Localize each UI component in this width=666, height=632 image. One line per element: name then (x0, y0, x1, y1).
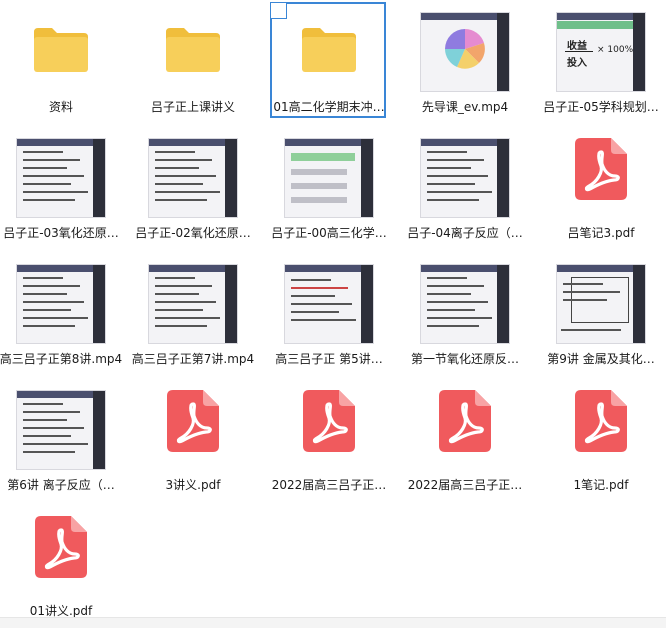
file-item[interactable]: 第9讲 金属及其化… (536, 252, 666, 380)
file-name: 吕子-04离子反应（… (407, 226, 523, 240)
file-item[interactable]: 吕子正-00高三化学… (264, 126, 394, 254)
file-item[interactable]: 高三吕子正第7讲.mp4 (128, 252, 258, 380)
file-name: 吕子正上课讲义 (150, 100, 235, 114)
formula-numerator: 收益 (567, 41, 587, 52)
file-name: 高三吕子正第8讲.mp4 (0, 352, 123, 366)
pdf-icon (575, 390, 627, 452)
video-thumbnail (556, 264, 646, 344)
file-name: 第一节氧化还原反… (410, 352, 519, 366)
video-thumbnail (16, 138, 106, 218)
video-thumbnail (420, 138, 510, 218)
file-name: 第6讲 离子反应（… (7, 478, 115, 492)
video-thumbnail (148, 138, 238, 218)
formula-denominator: 投入 (567, 58, 587, 69)
selection-checkbox[interactable] (270, 2, 287, 19)
video-thumbnail: 收益 投入 × 100% (556, 12, 646, 92)
file-item[interactable]: 吕子正-03氧化还原… (0, 126, 126, 254)
file-name: 吕子正-00高三化学… (271, 226, 387, 240)
video-thumbnail (284, 264, 374, 344)
pdf-icon (167, 390, 219, 452)
file-name: 吕子正-05学科规划… (543, 100, 659, 114)
file-item[interactable]: 高三吕子正 第5讲… (264, 252, 394, 380)
pdf-icon (303, 390, 355, 452)
file-item[interactable]: 资料 (0, 0, 126, 128)
pdf-icon (439, 390, 491, 452)
file-name: 2022届高三吕子正… (407, 478, 523, 492)
file-item[interactable]: 01高二化学期末冲… (264, 0, 394, 128)
file-item[interactable]: 第6讲 离子反应（… (0, 378, 126, 506)
video-thumbnail (16, 264, 106, 344)
formula-suffix: × 100% (597, 45, 634, 55)
file-name: 第9讲 金属及其化… (547, 352, 655, 366)
pdf-icon (575, 138, 627, 200)
file-name: 吕子正-02氧化还原… (135, 226, 251, 240)
file-name: 资料 (48, 100, 73, 114)
folder-icon (34, 28, 88, 72)
file-item[interactable]: 吕子正-02氧化还原… (128, 126, 258, 254)
file-item[interactable]: 先导课_ev.mp4 (400, 0, 530, 128)
file-name: 高三吕子正第7讲.mp4 (131, 352, 255, 366)
file-name: 1笔记.pdf (573, 478, 629, 492)
file-item[interactable]: 吕笔记3.pdf (536, 126, 666, 254)
video-thumbnail (420, 12, 510, 92)
video-thumbnail (420, 264, 510, 344)
folder-icon (166, 28, 220, 72)
video-thumbnail (284, 138, 374, 218)
video-thumbnail (148, 264, 238, 344)
file-item[interactable]: 2022届高三吕子正… (400, 378, 530, 506)
file-item[interactable]: 第一节氧化还原反… (400, 252, 530, 380)
file-item[interactable]: 吕子-04离子反应（… (400, 126, 530, 254)
file-item[interactable]: 1笔记.pdf (536, 378, 666, 506)
file-name: 吕子正-03氧化还原… (3, 226, 119, 240)
file-item[interactable]: 3讲义.pdf (128, 378, 258, 506)
file-item[interactable]: 收益 投入 × 100% 吕子正-05学科规划… (536, 0, 666, 128)
folder-icon (302, 28, 356, 72)
file-name: 3讲义.pdf (165, 478, 221, 492)
file-name: 吕笔记3.pdf (567, 226, 635, 240)
video-thumbnail (16, 390, 106, 470)
file-name: 高三吕子正 第5讲… (275, 352, 383, 366)
status-strip (0, 617, 666, 628)
file-item[interactable]: 01讲义.pdf (0, 504, 126, 632)
file-item[interactable]: 2022届高三吕子正… (264, 378, 394, 506)
file-name: 2022届高三吕子正… (271, 478, 387, 492)
file-item[interactable]: 高三吕子正第8讲.mp4 (0, 252, 126, 380)
pdf-icon (35, 516, 87, 578)
file-name: 01高二化学期末冲… (273, 100, 385, 114)
file-item[interactable]: 吕子正上课讲义 (128, 0, 258, 128)
file-name: 先导课_ev.mp4 (421, 100, 509, 114)
